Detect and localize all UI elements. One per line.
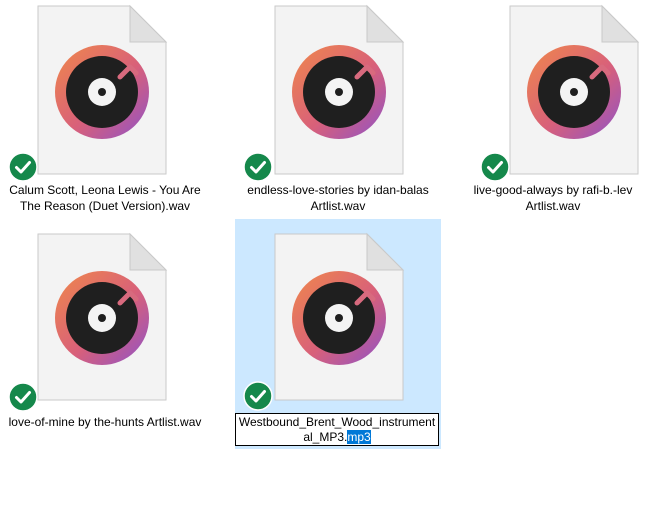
file-item-selected[interactable]: Westbound_Brent_Wood_instrumental_MP3.mp… — [235, 219, 441, 449]
rename-text: Westbound_Brent_Wood_instrumental_MP3. — [238, 415, 436, 444]
file-item[interactable]: endless-love-stories by idan-balas Artli… — [235, 0, 441, 222]
rename-input[interactable]: Westbound_Brent_Wood_instrumental_MP3.mp… — [235, 413, 439, 446]
file-name-label: Calum Scott, Leona Lewis - You Are The R… — [9, 183, 201, 213]
file-item[interactable]: Calum Scott, Leona Lewis - You Are The R… — [2, 0, 208, 222]
file-name-label: love-of-mine by the-hunts Artlist.wav — [8, 415, 202, 429]
file-name-label: live-good-always by rafi-b.-lev Artlist.… — [473, 183, 633, 213]
rename-selected-extension: mp3 — [347, 430, 371, 444]
file-explorer-view: Calum Scott, Leona Lewis - You Are The R… — [0, 0, 652, 519]
media-player-disc-icon — [444, 0, 650, 190]
synced-checkmark-icon — [243, 381, 273, 411]
synced-checkmark-icon — [480, 152, 510, 182]
synced-checkmark-icon — [243, 152, 273, 182]
file-name-label: endless-love-stories by idan-balas Artli… — [247, 183, 429, 213]
file-item[interactable]: live-good-always by rafi-b.-lev Artlist.… — [444, 0, 650, 222]
file-item[interactable]: love-of-mine by the-hunts Artlist.wav — [2, 226, 208, 448]
synced-checkmark-icon — [8, 152, 38, 182]
synced-checkmark-icon — [8, 382, 38, 412]
